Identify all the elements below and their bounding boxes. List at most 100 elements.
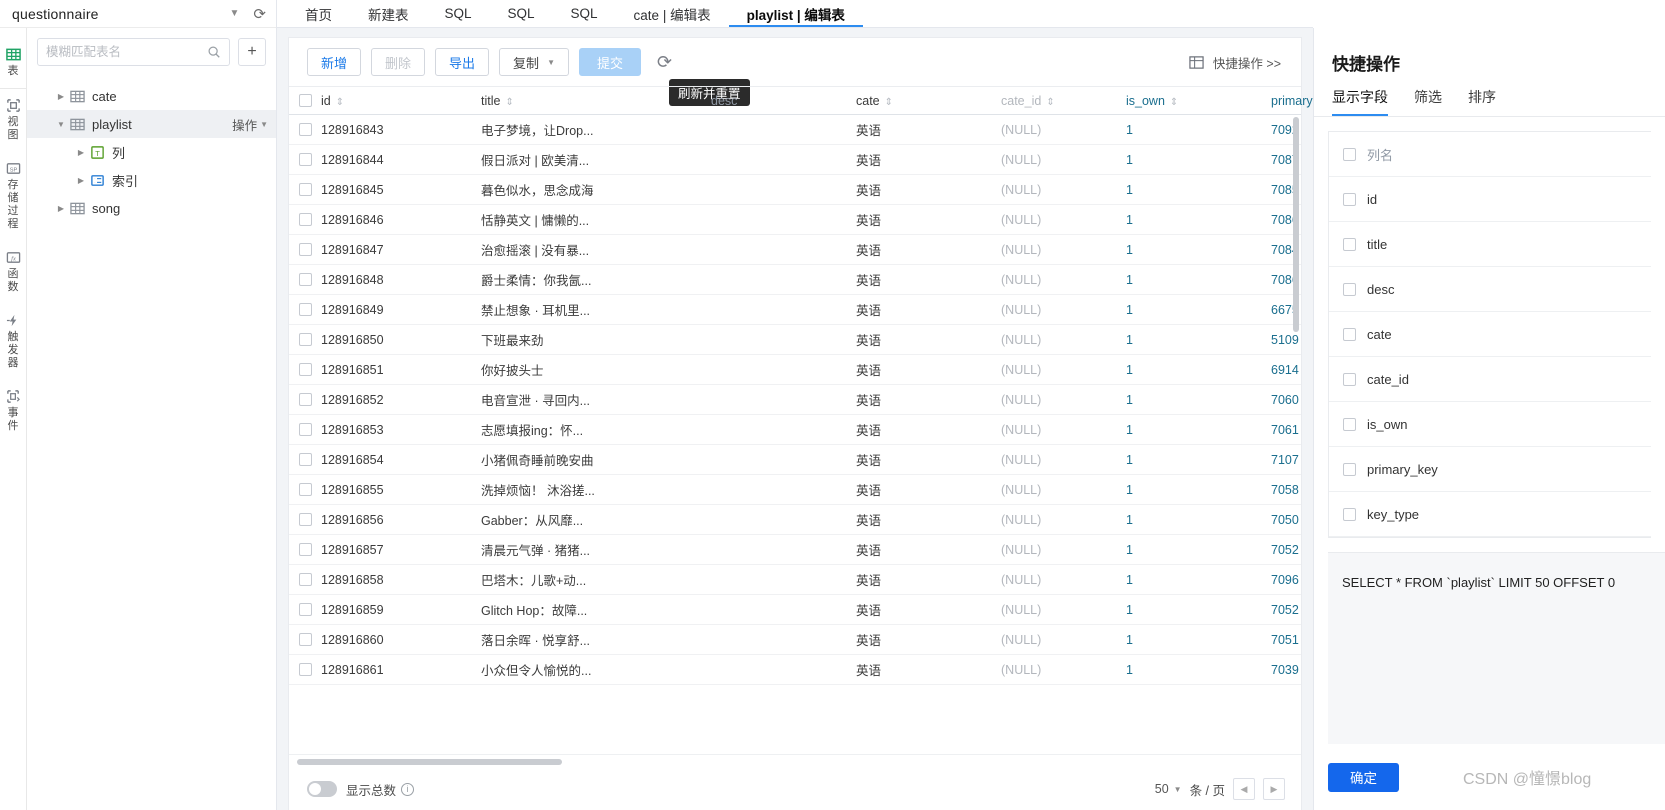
field-checkbox[interactable]	[1343, 282, 1356, 296]
grid-settings-icon[interactable]	[1189, 55, 1204, 70]
refresh-icon[interactable]: ⟳	[253, 5, 266, 23]
row-select-cell[interactable]	[289, 453, 321, 466]
field-list-item[interactable]: desc	[1329, 267, 1651, 312]
quick-action-entry[interactable]: 快捷操作 >>	[1189, 53, 1281, 72]
column-header-title[interactable]: title ⇕	[481, 94, 711, 108]
row-select-cell[interactable]	[289, 363, 321, 376]
column-header-cate-id[interactable]: cate_id ⇕	[1001, 94, 1126, 108]
table-row[interactable]: 128916859 Glitch Hop：故障... 英语 (NULL) 1 7052	[289, 595, 1301, 625]
chevron-right-icon[interactable]: ▶	[53, 92, 69, 101]
sort-icon[interactable]: ⇕	[1170, 97, 1178, 108]
chevron-right-icon[interactable]: ▶	[73, 148, 89, 157]
tab-cate-edit[interactable]: cate | 编辑表	[616, 0, 729, 27]
tree-node-playlist[interactable]: ▼ playlist 操作 ▼	[27, 110, 276, 138]
tab-sort[interactable]: 排序	[1468, 87, 1496, 116]
tree-node-columns[interactable]: ▶ T 列	[27, 138, 276, 166]
row-select-cell[interactable]	[289, 333, 321, 346]
field-checkbox[interactable]	[1343, 192, 1356, 206]
row-checkbox[interactable]	[298, 513, 312, 526]
row-checkbox[interactable]	[298, 453, 312, 466]
row-select-cell[interactable]	[289, 423, 321, 436]
row-select-cell[interactable]	[289, 513, 321, 526]
column-header-cate[interactable]: cate ⇕	[856, 94, 1001, 108]
table-row[interactable]: 128916852 电音宣泄 · 寻回内... 英语 (NULL) 1 7060	[289, 385, 1301, 415]
column-header-primary[interactable]: primary	[1271, 94, 1331, 108]
sort-icon[interactable]: ⇕	[1046, 97, 1054, 108]
tab-display-fields[interactable]: 显示字段	[1332, 87, 1388, 116]
row-checkbox[interactable]	[298, 243, 312, 256]
row-select-cell[interactable]	[289, 603, 321, 616]
tab-playlist-edit[interactable]: playlist | 编辑表	[729, 0, 863, 27]
row-checkbox[interactable]	[298, 633, 312, 646]
add-table-button[interactable]: +	[238, 38, 266, 66]
horizontal-scrollbar[interactable]	[297, 758, 562, 765]
field-list-item[interactable]: is_own	[1329, 402, 1651, 447]
row-select-cell[interactable]	[289, 123, 321, 136]
table-row[interactable]: 128916846 恬静英文 | 慵懒的... 英语 (NULL) 1 7086	[289, 205, 1301, 235]
row-select-cell[interactable]	[289, 303, 321, 316]
tab-sql-2[interactable]: SQL	[490, 0, 553, 27]
table-row[interactable]: 128916844 假日派对 | 欧美清... 英语 (NULL) 1 7087	[289, 145, 1301, 175]
row-checkbox[interactable]	[298, 123, 312, 136]
field-checkbox[interactable]	[1343, 327, 1356, 341]
tab-sql-3[interactable]: SQL	[553, 0, 616, 27]
field-list-item[interactable]: key_type	[1329, 492, 1651, 537]
select-all-cell[interactable]	[289, 94, 321, 107]
row-checkbox[interactable]	[298, 153, 312, 166]
rail-item-event[interactable]: 事件	[0, 380, 27, 443]
row-checkbox[interactable]	[298, 393, 312, 406]
table-row[interactable]: 128916850 下班最来劲 英语 (NULL) 1 5109	[289, 325, 1301, 355]
table-row[interactable]: 128916854 小猪佩奇睡前晚安曲 英语 (NULL) 1 7107	[289, 445, 1301, 475]
tree-node-song[interactable]: ▶ song	[27, 194, 276, 222]
row-checkbox[interactable]	[298, 213, 312, 226]
row-checkbox[interactable]	[298, 363, 312, 376]
table-row[interactable]: 128916855 洗掉烦恼！ 沐浴搓... 英语 (NULL) 1 7058	[289, 475, 1301, 505]
field-checkbox[interactable]	[1343, 372, 1356, 386]
chevron-right-icon[interactable]: ▶	[73, 176, 89, 185]
rail-item-function[interactable]: fx 函数	[0, 241, 27, 304]
table-row[interactable]: 128916845 暮色似水，思念成海 英语 (NULL) 1 7085	[289, 175, 1301, 205]
row-select-cell[interactable]	[289, 663, 321, 676]
table-row[interactable]: 128916851 你好披头士 英语 (NULL) 1 6914	[289, 355, 1301, 385]
row-select-cell[interactable]	[289, 573, 321, 586]
tree-node-cate[interactable]: ▶ cate	[27, 82, 276, 110]
row-checkbox[interactable]	[298, 273, 312, 286]
tree-node-action-menu[interactable]: 操作 ▼	[232, 115, 268, 134]
sort-icon[interactable]: ⇕	[505, 97, 513, 108]
tab-home[interactable]: 首页	[287, 0, 350, 27]
row-checkbox[interactable]	[298, 603, 312, 616]
field-list-item[interactable]: title	[1329, 222, 1651, 267]
table-row[interactable]: 128916843 电子梦境，让Drop... 英语 (NULL) 1 7092	[289, 115, 1301, 145]
table-row[interactable]: 128916861 小众但令人愉悦的... 英语 (NULL) 1 7039	[289, 655, 1301, 685]
field-checkbox[interactable]	[1343, 237, 1356, 251]
table-row[interactable]: 128916856 Gabber：从风靡... 英语 (NULL) 1 7050	[289, 505, 1301, 535]
table-row[interactable]: 128916857 清晨元气弹 · 猪猪... 英语 (NULL) 1 7052	[289, 535, 1301, 565]
select-all-fields-checkbox[interactable]	[1343, 147, 1356, 161]
chevron-down-icon[interactable]: ▼	[230, 8, 240, 19]
row-checkbox[interactable]	[298, 663, 312, 676]
row-checkbox[interactable]	[298, 333, 312, 346]
row-select-cell[interactable]	[289, 633, 321, 646]
row-select-cell[interactable]	[289, 393, 321, 406]
refresh-icon[interactable]: ⟳	[657, 52, 672, 72]
vertical-scrollbar[interactable]	[1293, 117, 1299, 332]
chevron-right-icon[interactable]: ▶	[53, 204, 69, 213]
search-icon[interactable]	[207, 45, 221, 59]
row-checkbox[interactable]	[298, 423, 312, 436]
rail-item-stored-procedure[interactable]: SP 存储过程	[0, 152, 27, 241]
field-list-item[interactable]: primary_key	[1329, 447, 1651, 492]
column-header-id[interactable]: id ⇕	[321, 94, 481, 108]
sort-icon[interactable]: ⇕	[336, 97, 344, 108]
info-icon[interactable]: i	[401, 782, 415, 796]
row-checkbox[interactable]	[298, 303, 312, 316]
delete-button[interactable]: 删除	[371, 48, 426, 76]
row-select-cell[interactable]	[289, 243, 321, 256]
show-total-toggle[interactable]	[307, 781, 337, 797]
field-list-item[interactable]: cate_id	[1329, 357, 1651, 402]
tab-new-table[interactable]: 新建表	[350, 0, 427, 27]
row-checkbox[interactable]	[298, 183, 312, 196]
export-button[interactable]: 导出	[435, 48, 490, 76]
sort-icon[interactable]: ⇕	[885, 97, 893, 108]
row-select-cell[interactable]	[289, 153, 321, 166]
row-select-cell[interactable]	[289, 483, 321, 496]
